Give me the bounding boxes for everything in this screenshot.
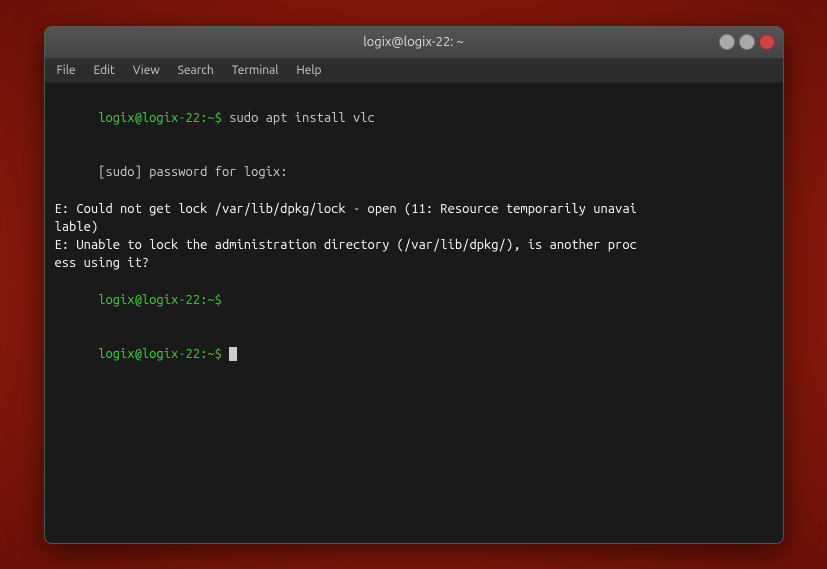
terminal-cursor bbox=[229, 347, 237, 361]
window-controls bbox=[719, 34, 775, 50]
menu-file[interactable]: File bbox=[51, 62, 82, 79]
menu-view[interactable]: View bbox=[127, 62, 166, 79]
cursor-space bbox=[222, 347, 229, 361]
menu-terminal[interactable]: Terminal bbox=[226, 62, 285, 79]
menu-edit[interactable]: Edit bbox=[88, 62, 121, 79]
terminal-line-6: logix@logix-22:~$ bbox=[55, 327, 773, 382]
command-1: sudo apt install vlc bbox=[222, 111, 375, 125]
menubar: File Edit View Search Terminal Help bbox=[45, 59, 783, 83]
terminal-line-4: E: Unable to lock the administration dir… bbox=[55, 236, 773, 272]
window-title: logix@logix-22: ~ bbox=[363, 35, 464, 49]
prompt-3: logix@logix-22:~$ bbox=[98, 347, 222, 361]
menu-search[interactable]: Search bbox=[172, 62, 220, 79]
sudo-password-prompt: [sudo] password for logix: bbox=[98, 165, 287, 179]
titlebar: logix@logix-22: ~ bbox=[45, 27, 783, 59]
terminal-line-2: [sudo] password for logix: bbox=[55, 145, 773, 200]
terminal-window: logix@logix-22: ~ File Edit View Search … bbox=[44, 26, 784, 544]
prompt-1: logix@logix-22:~$ bbox=[98, 111, 222, 125]
prompt-2: logix@logix-22:~$ bbox=[98, 293, 222, 307]
terminal-body[interactable]: logix@logix-22:~$ sudo apt install vlc [… bbox=[45, 83, 783, 543]
menu-help[interactable]: Help bbox=[290, 62, 327, 79]
maximize-button[interactable] bbox=[739, 34, 755, 50]
minimize-button[interactable] bbox=[719, 34, 735, 50]
terminal-line-5: logix@logix-22:~$ bbox=[55, 272, 773, 327]
terminal-line-3: E: Could not get lock /var/lib/dpkg/lock… bbox=[55, 200, 773, 236]
close-button[interactable] bbox=[759, 34, 775, 50]
terminal-line-1: logix@logix-22:~$ sudo apt install vlc bbox=[55, 91, 773, 146]
